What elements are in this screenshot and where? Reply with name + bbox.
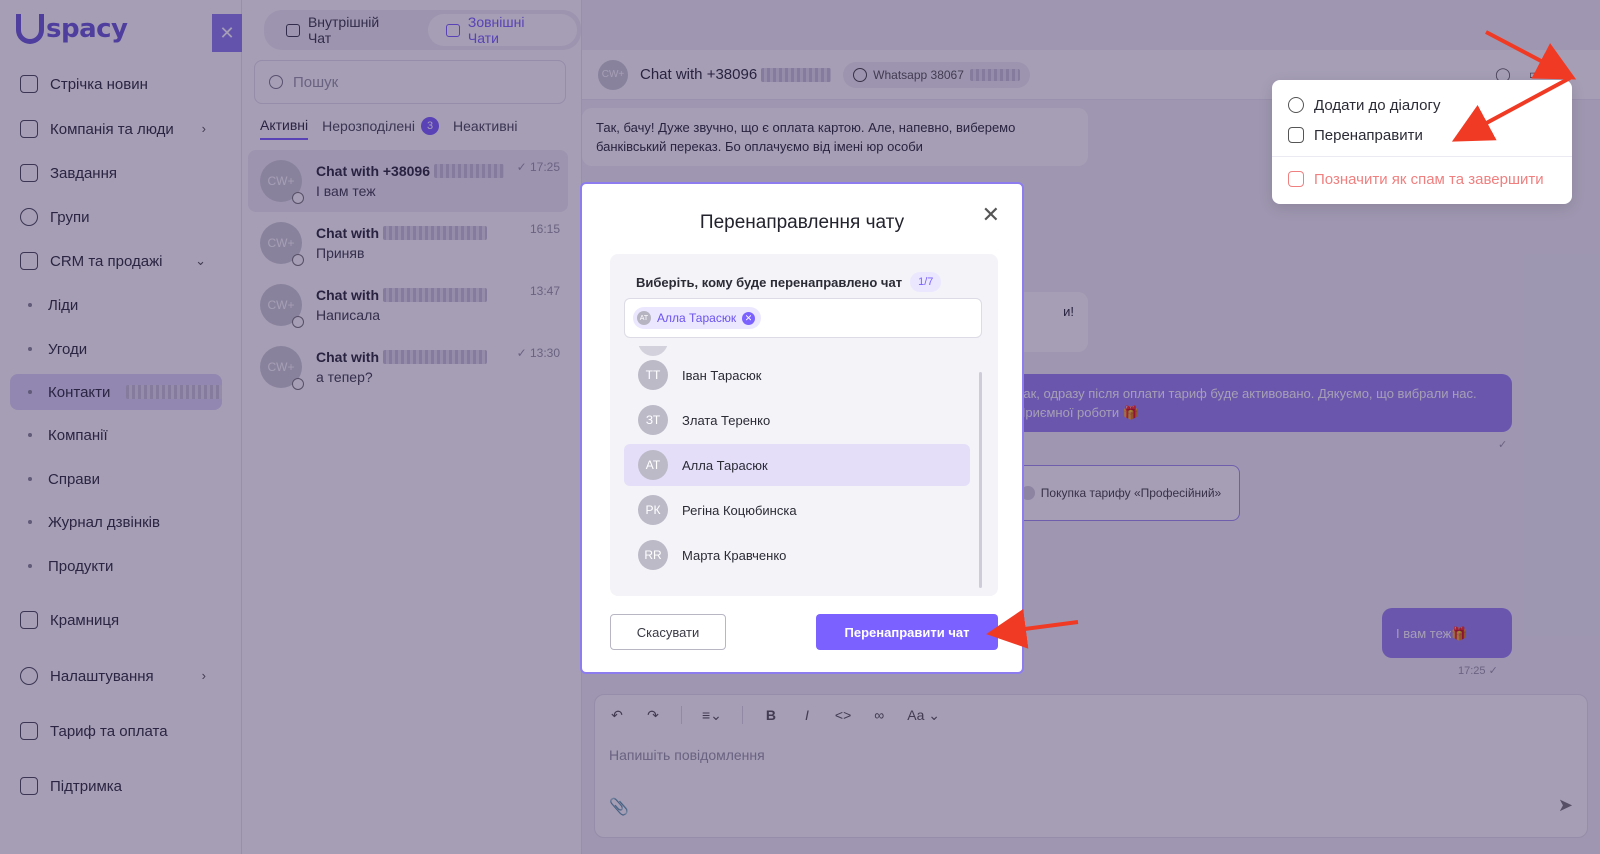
thumbs-down-icon [1288, 171, 1304, 187]
person-name: Іван Тарасюк [682, 367, 762, 383]
remove-tag-icon[interactable]: ✕ [742, 311, 756, 325]
forward-chat-button[interactable]: Перенаправити чат [816, 614, 998, 650]
scrollbar[interactable] [979, 372, 982, 588]
person-name: Регіна Коцюбинска [682, 502, 797, 518]
list-item[interactable]: ТТ Іван Тарасюк [624, 354, 970, 396]
avatar: ЗТ [638, 405, 668, 435]
selected-recipient-tag: АТ Алла Тарасюк ✕ [633, 307, 762, 329]
list-item[interactable]: ЗТ Злата Теренко [624, 399, 970, 441]
list-item[interactable]: АТ Алла Тарасюк [624, 444, 970, 486]
person-name: Алла Тарасюк [682, 457, 768, 473]
recipient-list: ТТ Іван Тарасюк ЗТ Злата Теренко АТ Алла Та… [624, 346, 984, 590]
add-user-icon [1288, 97, 1304, 113]
chat-actions-menu: Додати до діалогу Перенаправити Позначит… [1272, 80, 1572, 204]
list-item[interactable]: RR Марта Кравченко [624, 534, 970, 576]
forward-chat-modal: Перенаправлення чату ✕ Виберіть, кому бу… [580, 182, 1024, 674]
menu-item-add-to-dialog[interactable]: Додати до діалогу [1272, 90, 1572, 120]
avatar: RR [638, 540, 668, 570]
avatar: АТ [638, 450, 668, 480]
recipient-panel: Виберіть, кому буде перенаправлено чат 1/… [610, 254, 998, 596]
menu-divider [1272, 156, 1572, 157]
avatar: АТ [637, 311, 651, 325]
avatar: ТТ [638, 360, 668, 390]
recipient-input[interactable]: АТ Алла Тарасюк ✕ [624, 298, 982, 338]
selection-counter: 1/7 [910, 272, 942, 292]
person-name: Злата Теренко [682, 412, 771, 428]
list-item[interactable]: РК Регіна Коцюбинска [624, 489, 970, 531]
menu-item-forward[interactable]: Перенаправити [1272, 120, 1572, 150]
forward-icon [1288, 127, 1304, 143]
recipient-label: Виберіть, кому буде перенаправлено чат 1/… [636, 272, 942, 292]
modal-title: Перенаправлення чату [699, 212, 905, 233]
menu-item-mark-spam[interactable]: Позначити як спам та завершити [1272, 164, 1572, 194]
close-icon[interactable]: ✕ [982, 202, 1000, 228]
cancel-button[interactable]: Скасувати [610, 614, 726, 650]
avatar: РК [638, 495, 668, 525]
person-name: Марта Кравченко [682, 547, 787, 563]
